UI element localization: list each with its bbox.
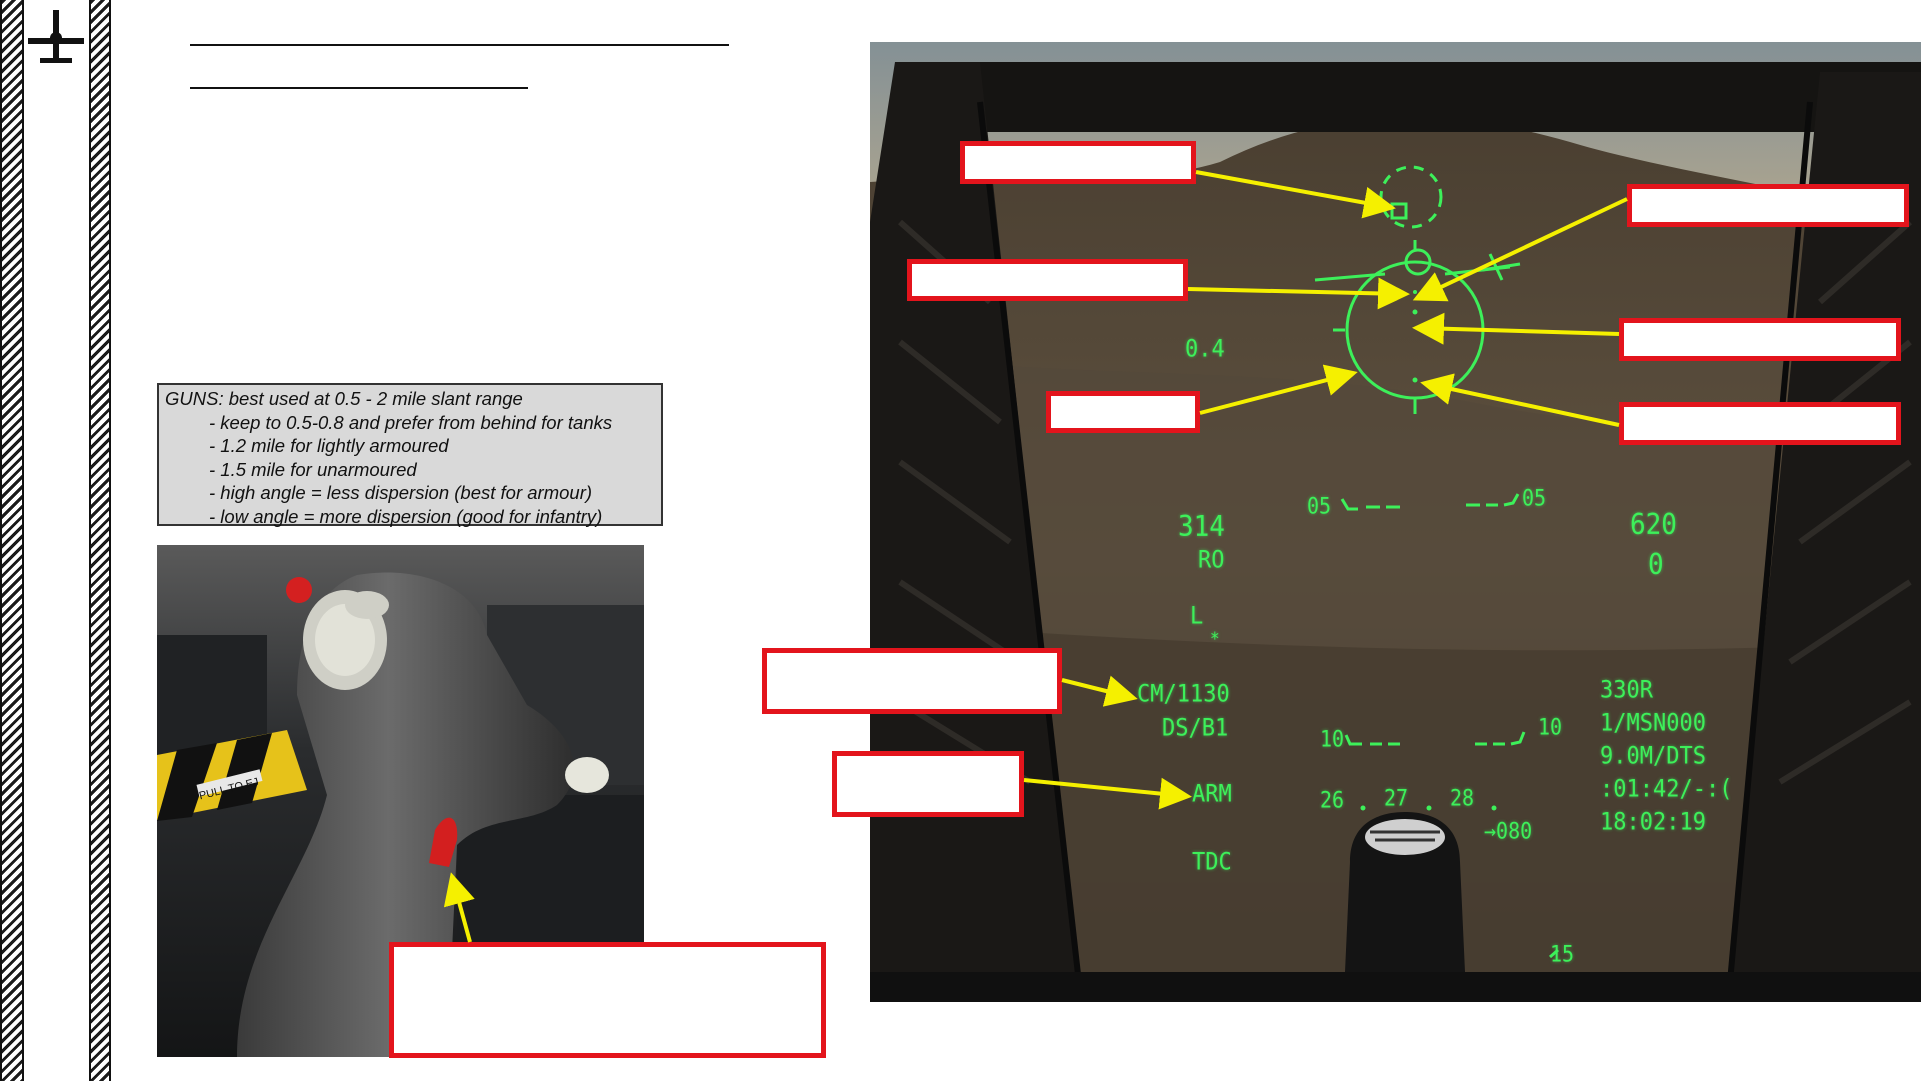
callout-box [762, 648, 1062, 714]
callout-box [1627, 184, 1909, 227]
hud-pitch-10-right: 10 [1538, 713, 1563, 741]
right-hatch-border [89, 0, 111, 1081]
hud-pitch-15: 15 [1550, 940, 1575, 968]
callout-box [1619, 402, 1901, 445]
callout-box [832, 751, 1024, 817]
hud-tdc-readout: TDC [1192, 848, 1232, 877]
hud-range-readout: 0.4 [1185, 335, 1225, 364]
hud-arm-readout: ARM [1192, 780, 1232, 809]
hud-clock-readout: 18:02:19 [1600, 808, 1706, 837]
hud-star-mark: * [1210, 628, 1220, 649]
aircraft-silhouette-icon [26, 8, 86, 64]
hud-speed-readout: 620 [1630, 508, 1677, 542]
notes-line: - low angle = more dispersion (good for … [209, 505, 603, 527]
hud-heading-tape-28: 28 [1450, 784, 1475, 812]
hud-heading-readout: 314 [1178, 510, 1225, 544]
notes-line: - high angle = less dispersion (best for… [209, 482, 593, 503]
hud-timer-readout: :01:42/-:( [1600, 775, 1733, 804]
hud-pitch-05-right: 05 [1522, 484, 1547, 512]
callout-box [389, 942, 826, 1058]
callout-box [1046, 391, 1200, 433]
hud-l-label: L [1190, 602, 1204, 631]
callout-box [907, 259, 1188, 301]
left-hatch-border [0, 0, 24, 1081]
notes-line: - keep to 0.5-0.8 and prefer from behind… [209, 411, 613, 433]
notes-line: - 1.2 mile for lightly armoured [209, 435, 449, 456]
notes-line: - 1.5 mile for unarmoured [209, 458, 417, 480]
hud-bearing-readout: →080 [1484, 817, 1533, 845]
subtitle-underline [190, 87, 528, 89]
hud-cm-readout: CM/1130 [1137, 680, 1230, 709]
guns-notes-box: GUNS: best used at 0.5 - 2 mile slant ra… [157, 383, 663, 527]
callout-box [1619, 318, 1901, 361]
hud-pitch-10-left: 10 [1320, 725, 1345, 753]
hud-heading-tape-27: 27 [1384, 784, 1409, 812]
hud-speed-zero: 0 [1648, 548, 1664, 582]
hud-ds-readout: DS/B1 [1162, 714, 1229, 743]
hud-pitch-05-left: 05 [1307, 492, 1332, 520]
hud-dts-readout: 9.0M/DTS [1600, 742, 1706, 771]
hud-heading-tape-26: 26 [1320, 786, 1345, 814]
notes-title: GUNS: best used at 0.5 - 2 mile slant ra… [165, 388, 523, 409]
hud-msn-readout: 1/MSN000 [1600, 709, 1706, 738]
title-underline [190, 44, 729, 46]
hud-r330-readout: 330R [1600, 676, 1653, 705]
hud-ro-label: RO [1198, 546, 1225, 575]
callout-box [960, 141, 1196, 184]
